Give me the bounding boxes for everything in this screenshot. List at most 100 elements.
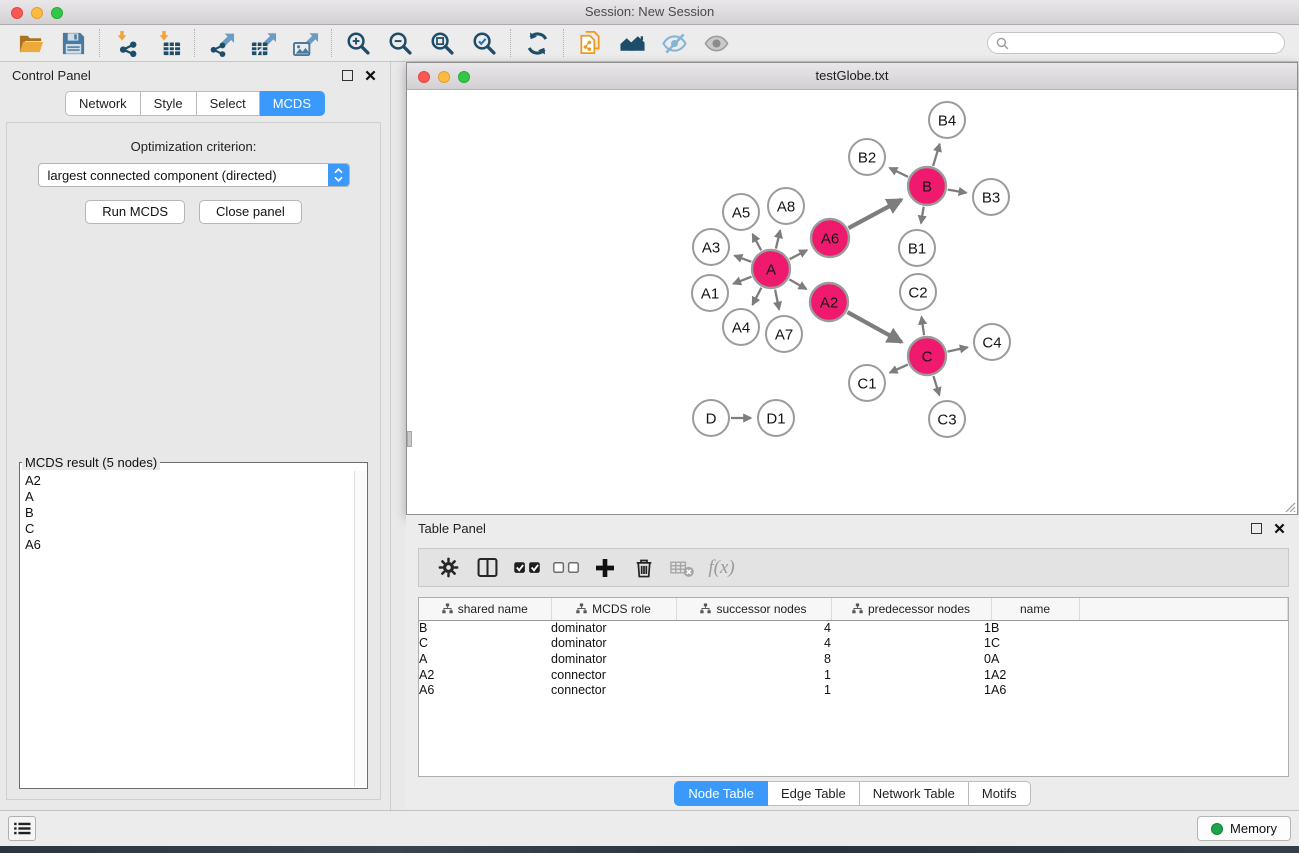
houses-button[interactable] [611, 27, 653, 59]
delete-table-button[interactable] [663, 552, 702, 584]
graph-node-A7[interactable]: A7 [766, 316, 802, 352]
unselect-all-columns-button[interactable] [546, 552, 585, 584]
result-list-scrollbar[interactable] [354, 471, 366, 787]
graph-node-D[interactable]: D [693, 400, 729, 436]
show-column-panel-button[interactable] [468, 552, 507, 584]
graph-node-A1[interactable]: A1 [692, 275, 728, 311]
close-table-panel-button[interactable] [1274, 523, 1285, 534]
graph-edge-A-A4[interactable] [753, 288, 762, 305]
refresh-view-button[interactable] [516, 27, 558, 59]
network-close-button[interactable] [418, 71, 430, 83]
delete-column-button[interactable] [624, 552, 663, 584]
mcds-result-item[interactable]: A2 [21, 473, 354, 489]
graph-node-C[interactable]: C [908, 337, 946, 375]
graph-node-A[interactable]: A [752, 250, 790, 288]
graph-node-B1[interactable]: B1 [899, 230, 935, 266]
table-row[interactable]: A6connector11A6 [419, 683, 1288, 699]
graph-node-B4[interactable]: B4 [929, 102, 965, 138]
mcds-result-item[interactable]: A [21, 489, 354, 505]
tab-edge-table[interactable]: Edge Table [768, 781, 860, 806]
float-panel-button[interactable] [342, 70, 353, 81]
graph-edge-A-A1[interactable] [733, 277, 751, 284]
network-zoom-button[interactable] [458, 71, 470, 83]
graph-edge-A6-B[interactable] [849, 200, 902, 228]
table-row[interactable]: Cdominator41C [419, 636, 1288, 652]
select-stepper[interactable] [328, 164, 349, 186]
graph-node-A6[interactable]: A6 [811, 219, 849, 257]
zoom-out-button[interactable] [379, 27, 421, 59]
splitter-handle[interactable] [407, 431, 412, 447]
memory-button[interactable]: Memory [1197, 816, 1291, 841]
graph-edge-B-B4[interactable] [933, 144, 940, 166]
create-column-button[interactable] [585, 552, 624, 584]
graph-edge-A-A6[interactable] [790, 250, 807, 259]
graph-edge-C-C4[interactable] [948, 347, 968, 351]
graph-edge-B-B2[interactable] [890, 168, 909, 177]
export-image-button[interactable] [284, 27, 326, 59]
graph-edge-B-B3[interactable] [948, 190, 967, 193]
export-table-button[interactable] [242, 27, 284, 59]
show-graphics-details-button[interactable] [695, 27, 737, 59]
zoom-window-button[interactable] [51, 7, 63, 19]
mcds-result-item[interactable]: A6 [21, 537, 354, 553]
resize-grip[interactable] [1282, 499, 1296, 513]
graph-node-C1[interactable]: C1 [849, 365, 885, 401]
network-from-file-button[interactable] [569, 27, 611, 59]
graph-edge-C-C2[interactable] [922, 317, 925, 335]
zoom-in-button[interactable] [337, 27, 379, 59]
close-window-button[interactable] [11, 7, 23, 19]
network-graph[interactable]: B4B2BB3A8A5A6B1A3AC2A1A2A4A7C4CC1C3DD1 [407, 90, 1297, 514]
graph-edge-A-A3[interactable] [735, 256, 752, 262]
graph-node-D1[interactable]: D1 [758, 400, 794, 436]
task-history-button[interactable] [8, 816, 36, 841]
hide-graphics-details-button[interactable] [653, 27, 695, 59]
tab-node-table[interactable]: Node Table [674, 781, 768, 806]
graph-edge-A-A2[interactable] [789, 279, 806, 289]
tab-select[interactable]: Select [197, 91, 260, 116]
column-header-successor-nodes[interactable]: successor nodes [676, 598, 831, 620]
tab-motifs[interactable]: Motifs [969, 781, 1031, 806]
run-mcds-button[interactable]: Run MCDS [85, 200, 185, 224]
graph-edge-A-A7[interactable] [775, 290, 779, 310]
column-header-mcds-role[interactable]: MCDS role [551, 598, 676, 620]
graph-node-A4[interactable]: A4 [723, 309, 759, 345]
open-session-button[interactable] [10, 27, 52, 59]
import-network-button[interactable] [105, 27, 147, 59]
close-panel-button[interactable] [365, 70, 376, 81]
graph-node-A3[interactable]: A3 [693, 229, 729, 265]
close-panel-button-mcds[interactable]: Close panel [199, 200, 302, 224]
graph-edge-A-A8[interactable] [776, 230, 780, 248]
tab-style[interactable]: Style [141, 91, 197, 116]
tab-network[interactable]: Network [65, 91, 141, 116]
import-table-button[interactable] [147, 27, 189, 59]
select-all-columns-button[interactable] [507, 552, 546, 584]
search-input[interactable] [1015, 36, 1276, 50]
criterion-select[interactable]: largest connected component (directed) [38, 163, 350, 187]
search-box[interactable] [987, 32, 1285, 54]
table-settings-button[interactable] [429, 552, 468, 584]
column-header-shared-name[interactable]: shared name [419, 598, 551, 620]
minimize-window-button[interactable] [31, 7, 43, 19]
graph-node-C3[interactable]: C3 [929, 401, 965, 437]
network-minimize-button[interactable] [438, 71, 450, 83]
graph-edge-C-C3[interactable] [933, 376, 939, 395]
export-network-button[interactable] [200, 27, 242, 59]
graph-node-A5[interactable]: A5 [723, 194, 759, 230]
graph-node-C4[interactable]: C4 [974, 324, 1010, 360]
zoom-selected-button[interactable] [463, 27, 505, 59]
column-header-name[interactable]: name [991, 598, 1079, 620]
graph-edge-A-A5[interactable] [753, 234, 762, 250]
graph-edge-C-C1[interactable] [890, 365, 908, 373]
tab-network-table[interactable]: Network Table [860, 781, 969, 806]
function-builder-button[interactable]: f(x) [702, 552, 741, 584]
mcds-result-item[interactable]: B [21, 505, 354, 521]
column-header-predecessor-nodes[interactable]: predecessor nodes [831, 598, 991, 620]
graph-edge-B-B1[interactable] [921, 207, 924, 224]
graph-node-A2[interactable]: A2 [810, 283, 848, 321]
graph-node-A8[interactable]: A8 [768, 188, 804, 224]
zoom-fit-button[interactable] [421, 27, 463, 59]
graph-node-B[interactable]: B [908, 167, 946, 205]
float-table-panel-button[interactable] [1251, 523, 1262, 534]
tab-mcds[interactable]: MCDS [260, 91, 325, 116]
table-row[interactable]: Adominator80A [419, 652, 1288, 668]
